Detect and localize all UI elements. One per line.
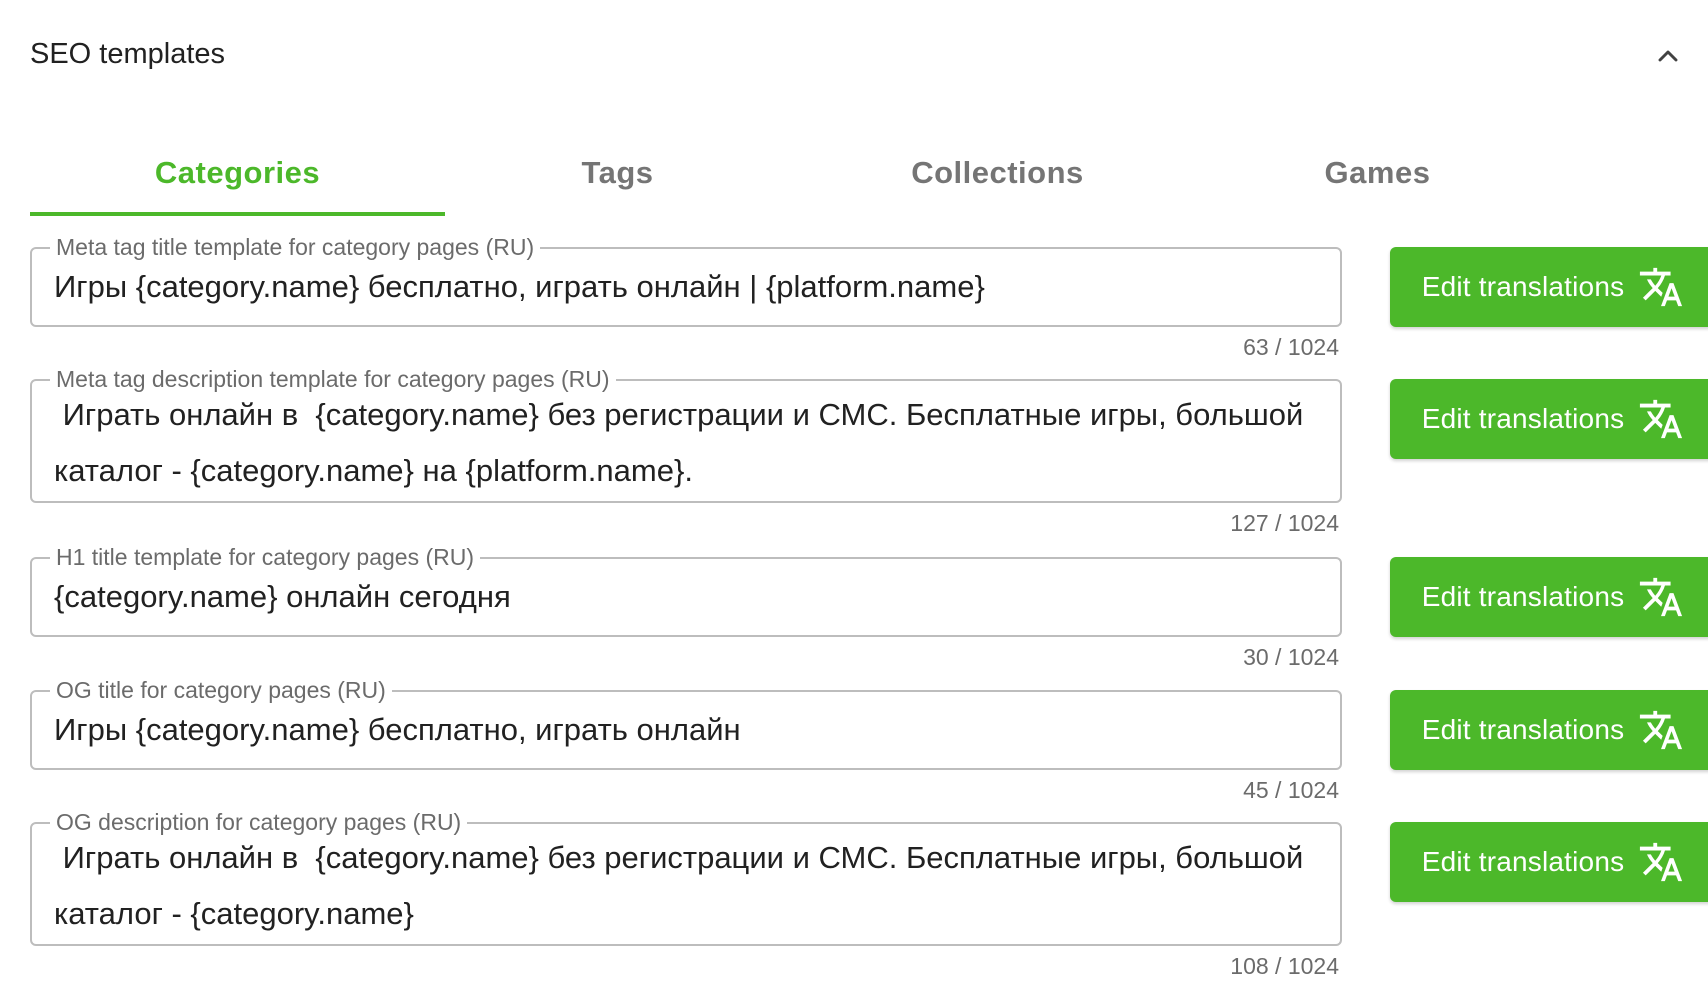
field-label: Meta tag title template for category pag… <box>50 234 541 260</box>
character-counter: 127 / 1024 <box>1230 510 1339 536</box>
field-row-og-title: OG title for category pages (RU) Игры {c… <box>30 677 1708 803</box>
button-label: Edit translations <box>1421 581 1625 612</box>
tab-categories[interactable]: Categories <box>30 130 445 216</box>
edit-translations-button[interactable]: Edit translations <box>1390 557 1708 637</box>
chevron-up-icon[interactable] <box>1652 40 1684 72</box>
meta-title-field[interactable]: Meta tag title template for category pag… <box>30 234 1342 327</box>
translate-icon <box>1640 399 1683 439</box>
og-description-input[interactable]: Играть онлайн в {category.name} без реги… <box>54 830 1318 942</box>
field-row-meta-title: Meta tag title template for category pag… <box>30 234 1708 360</box>
character-counter: 63 / 1024 <box>1243 334 1339 360</box>
edit-translations-button[interactable]: Edit translations <box>1390 379 1708 459</box>
tab-games[interactable]: Games <box>1170 130 1585 216</box>
tab-label: Tags <box>581 155 654 190</box>
translate-icon <box>1640 842 1683 882</box>
meta-description-field[interactable]: Meta tag description template for catego… <box>30 366 1342 503</box>
tab-label: Collections <box>911 155 1084 190</box>
edit-translations-button[interactable]: Edit translations <box>1390 822 1708 902</box>
edit-translations-button[interactable]: Edit translations <box>1390 247 1708 327</box>
character-counter: 30 / 1024 <box>1243 644 1339 670</box>
tab-label: Games <box>1324 155 1431 190</box>
translate-icon <box>1640 710 1683 750</box>
og-title-input[interactable]: Игры {category.name} бесплатно, играть о… <box>54 702 1318 758</box>
tab-label: Categories <box>154 155 321 190</box>
og-title-field[interactable]: OG title for category pages (RU) Игры {c… <box>30 677 1342 770</box>
translate-icon <box>1640 267 1683 307</box>
field-row-h1-title: H1 title template for category pages (RU… <box>30 544 1708 670</box>
tab-tags[interactable]: Tags <box>410 130 825 216</box>
button-label: Edit translations <box>1421 403 1625 434</box>
character-counter: 108 / 1024 <box>1230 953 1339 979</box>
button-label: Edit translations <box>1421 846 1625 877</box>
panel-title: SEO templates <box>30 38 226 70</box>
field-row-meta-description: Meta tag description template for catego… <box>30 366 1708 537</box>
character-counter: 45 / 1024 <box>1243 777 1339 803</box>
active-tab-indicator <box>30 212 445 216</box>
meta-title-input[interactable]: Игры {category.name} бесплатно, играть о… <box>54 259 1318 315</box>
seo-templates-header[interactable]: SEO templates <box>0 0 1708 106</box>
meta-description-input[interactable]: Играть онлайн в {category.name} без реги… <box>54 387 1318 499</box>
field-label: OG title for category pages (RU) <box>50 677 392 703</box>
og-description-field[interactable]: OG description for category pages (RU) И… <box>30 809 1342 946</box>
h1-title-field[interactable]: H1 title template for category pages (RU… <box>30 544 1342 637</box>
tab-collections[interactable]: Collections <box>790 130 1205 216</box>
h1-title-input[interactable]: {category.name} онлайн сегодня <box>54 569 1318 625</box>
edit-translations-button[interactable]: Edit translations <box>1390 690 1708 770</box>
button-label: Edit translations <box>1421 271 1625 302</box>
button-label: Edit translations <box>1421 714 1625 745</box>
field-label: H1 title template for category pages (RU… <box>50 544 481 570</box>
field-row-og-description: OG description for category pages (RU) И… <box>30 809 1708 982</box>
translate-icon <box>1640 577 1683 617</box>
template-tabs: Categories Tags Collections Games <box>30 130 1690 216</box>
